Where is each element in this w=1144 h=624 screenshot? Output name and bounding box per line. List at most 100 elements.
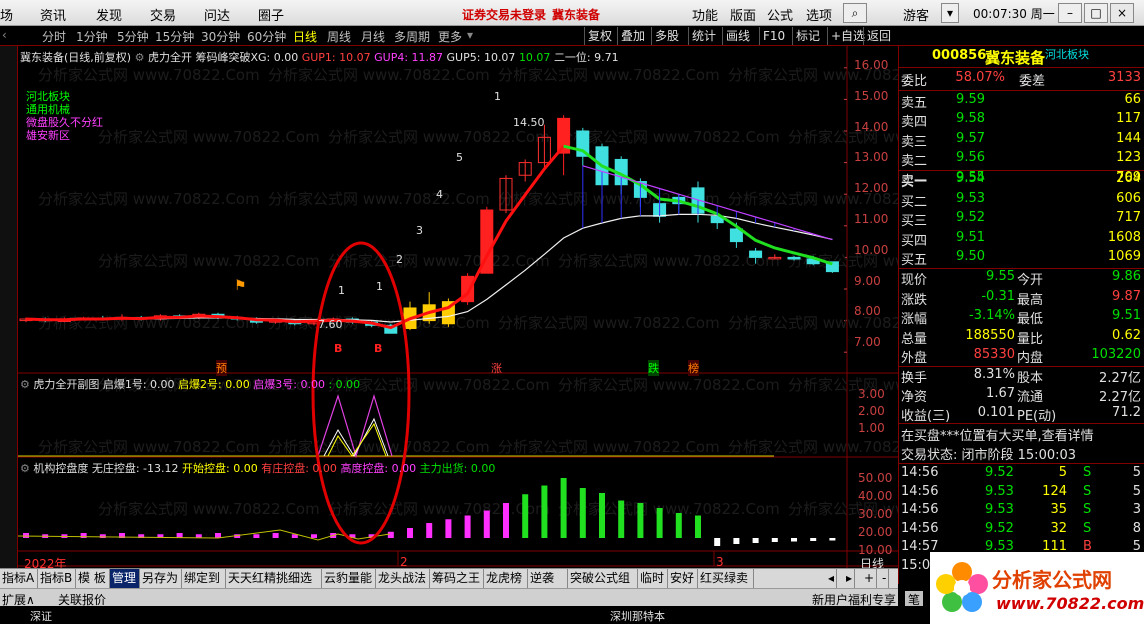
stat2-row[interactable]: 净资 1.67 流通 2.27亿 (899, 386, 1144, 406)
login-warning[interactable]: 证券交易未登录 (462, 6, 546, 23)
marker-zhang[interactable]: 涨 (491, 360, 502, 376)
btn-tongji[interactable]: 统计 (688, 27, 719, 45)
ask-row[interactable]: 卖四 9.58 117 (899, 111, 1144, 131)
menu-gongshi[interactable]: 公式 (767, 5, 793, 24)
period-monthly[interactable]: 月线 (361, 28, 385, 45)
btn-huaxian[interactable]: 画线 (722, 27, 753, 45)
stat2-row[interactable]: 收益(三) 0.101 PE(动) 71.2 (899, 405, 1144, 425)
gear-icon[interactable]: ⚙ (135, 51, 148, 64)
tag-xiongan[interactable]: 雄安新区 (26, 127, 70, 143)
stat-value: -0.31 (981, 288, 1015, 304)
left-scroll-bar[interactable] (0, 46, 18, 584)
tab-next-icon[interactable]: ▸ (844, 569, 856, 588)
formula-tab[interactable]: 指标B (38, 569, 76, 588)
sub2-title[interactable]: 机构控盘度 (33, 462, 88, 475)
stat-row[interactable]: 外盘 85330 内盘 103220 (899, 347, 1144, 367)
bid-price: 9.53 (956, 190, 985, 206)
search-icon[interactable]: ⌕ (843, 3, 867, 23)
menu-faxian[interactable]: 发现 (96, 5, 122, 24)
formula-tab[interactable]: 筹码之王 (430, 569, 484, 588)
period-60min[interactable]: 60分钟 (247, 28, 286, 45)
formula-tab[interactable]: 突破公式组 (568, 569, 638, 588)
tab-remove-icon[interactable]: - (880, 569, 890, 588)
user-label[interactable]: 游客 (903, 5, 929, 24)
marker-yu[interactable]: 预 (216, 360, 227, 376)
formula-tab[interactable]: 另存为 (140, 569, 182, 588)
bid-row[interactable]: 买三 9.52 717 (899, 210, 1144, 230)
tick-row[interactable]: 14:56 9.52 32 S 8 (899, 521, 1144, 541)
menu-gongneng[interactable]: 功能 (692, 5, 718, 24)
period-weekly[interactable]: 周线 (327, 28, 351, 45)
notice-text[interactable]: 在买盘***位置有大买单,查看详情 (901, 425, 1094, 444)
formula-name[interactable]: 虎力全开 (148, 51, 192, 64)
gear-icon[interactable]: ⚙ (20, 462, 33, 475)
tab-add-icon[interactable]: + (862, 569, 878, 588)
btn-biaoji[interactable]: 标记 (792, 27, 823, 45)
menu-banmian[interactable]: 版面 (730, 5, 756, 24)
menu-jiaoyi[interactable]: 交易 (150, 5, 176, 24)
kline-chart[interactable]: 分析家公式网 www.70822.Com 分析家公式网 www.70822.Com… (18, 46, 898, 584)
ask-row[interactable]: 卖五 9.59 66 (899, 92, 1144, 112)
ask-row[interactable]: 卖三 9.57 144 (899, 131, 1144, 151)
bid-row[interactable]: 买五 9.50 1069 (899, 249, 1144, 269)
bid-row[interactable]: 买二 9.53 606 (899, 191, 1144, 211)
period-fenshi[interactable]: 分时 (42, 28, 66, 45)
kline-svg[interactable]: 分析家公式网 www.70822.Com 分析家公式网 www.70822.Com… (18, 46, 898, 584)
formula-tab[interactable]: 临时 (638, 569, 668, 588)
period-more[interactable]: 更多 (438, 28, 462, 45)
menu-quanzi[interactable]: 圈子 (258, 5, 284, 24)
formula-tab[interactable]: 指标A (0, 569, 38, 588)
toolbar-left-icon[interactable]: ‹ (2, 28, 7, 42)
formula-tab[interactable]: 红买绿卖 (698, 569, 754, 588)
marker-bang[interactable]: 榜 (688, 360, 699, 376)
formula-tab[interactable]: 安好 (668, 569, 698, 588)
period-multi[interactable]: 多周期 (394, 28, 430, 45)
tab-prev-icon[interactable]: ◂ (826, 569, 838, 588)
period-15min[interactable]: 15分钟 (155, 28, 194, 45)
bid-row[interactable]: 买一 9.54 264 (899, 171, 1144, 191)
formula-tab[interactable]: 管理 (110, 569, 140, 588)
formula-tab[interactable]: 云豹量能 (322, 569, 376, 588)
big-order-notice[interactable]: 在买盘***位置有大买单,查看详情 (899, 425, 1144, 445)
menu-zixun[interactable]: 资讯 (40, 5, 66, 24)
btn-zixuan[interactable]: +自选 (827, 27, 868, 45)
formula-tab[interactable]: 模 板 (76, 569, 110, 588)
tick-row[interactable]: 14:56 9.52 5 S 5 (899, 465, 1144, 485)
menu-wenda[interactable]: 问达 (204, 5, 230, 24)
price-tick: 14.00 (854, 120, 889, 134)
tick-row[interactable]: 14:56 9.53 124 S 5 (899, 484, 1144, 504)
formula-tab[interactable]: 龙头战法 (376, 569, 430, 588)
menu-cut-item[interactable]: 场 (0, 5, 13, 24)
btn-fuquan[interactable]: 复权 (584, 27, 615, 45)
stat-row[interactable]: 总量 188550 量比 0.62 (899, 328, 1144, 348)
stat-row[interactable]: 涨跌 -0.31 最高 9.87 (899, 289, 1144, 309)
chevron-down-icon[interactable]: ▾ (467, 28, 473, 42)
period-30min[interactable]: 30分钟 (201, 28, 240, 45)
stock-sector[interactable]: 河北板块 (1045, 46, 1089, 62)
formula-tab[interactable]: 天天红精挑细选 (226, 569, 322, 588)
period-1min[interactable]: 1分钟 (76, 28, 108, 45)
maximize-icon[interactable]: □ (1084, 3, 1108, 23)
tick-row[interactable]: 14:56 9.53 35 S 3 (899, 502, 1144, 522)
btn-diejia[interactable]: 叠加 (617, 27, 648, 45)
formula-tab[interactable]: 龙虎榜 (484, 569, 528, 588)
menu-xuanxiang[interactable]: 选项 (806, 5, 832, 24)
stat2-row[interactable]: 换手 8.31% 股本 2.27亿 (899, 367, 1144, 387)
bid-row[interactable]: 买四 9.51 1608 (899, 230, 1144, 250)
gear-icon[interactable]: ⚙ (20, 378, 33, 391)
stat-row[interactable]: 现价 9.55 今开 9.86 (899, 269, 1144, 289)
close-icon[interactable]: × (1110, 3, 1134, 23)
sub1-title[interactable]: 虎力全开副图 (33, 378, 99, 391)
btn-fanhui[interactable]: 返回 (863, 27, 894, 45)
minimize-icon[interactable]: – (1058, 3, 1082, 23)
formula-tab[interactable]: 绑定到 (182, 569, 226, 588)
marker-die[interactable]: 跌 (648, 360, 659, 376)
period-5min[interactable]: 5分钟 (117, 28, 149, 45)
stat-row[interactable]: 涨幅 -3.14% 最低 9.51 (899, 308, 1144, 328)
btn-f10[interactable]: F10 (759, 27, 788, 45)
chevron-down-icon[interactable]: ▾ (941, 3, 959, 23)
ask-row[interactable]: 卖二 9.56 123 (899, 150, 1144, 170)
period-daily[interactable]: 日线 (293, 28, 317, 45)
formula-tab[interactable]: 逆袭者 (528, 569, 568, 604)
btn-duogu[interactable]: 多股 (651, 27, 682, 45)
